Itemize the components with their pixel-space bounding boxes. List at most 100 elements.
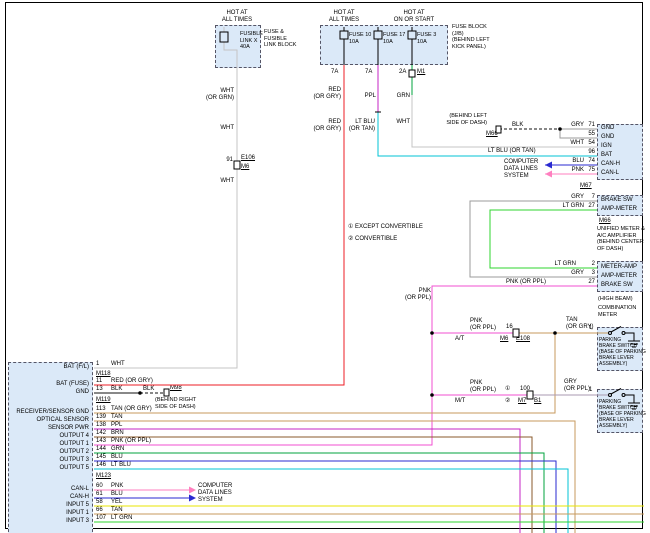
terminal-name: OUTPUT 4	[10, 433, 89, 440]
wire-color-label: LT GRN	[548, 261, 576, 268]
pin-number: 143	[96, 438, 106, 445]
wire-color-label: PPL	[111, 422, 122, 429]
pin-number: 16	[506, 324, 513, 331]
terminal-name: OPTICAL SENSOR	[10, 417, 89, 424]
pin-number: 58	[96, 499, 103, 506]
terminal-name: OUTPUT 5	[10, 465, 89, 472]
fuse-label: FUSE 17 10A	[383, 32, 405, 45]
component-title: PARKING BRAKE SWITCH (BASE OF PARKING BR…	[599, 399, 646, 429]
component-title: PARKING BRAKE SWITCH (BASE OF PARKING BR…	[599, 337, 646, 367]
pin-number: 107	[96, 515, 106, 522]
pin-number: 146	[96, 462, 106, 469]
terminal-name: RECEIVER/SENSOR GND	[10, 409, 89, 416]
pin-number: 139	[96, 414, 106, 421]
wire-color-label: PPL	[360, 93, 376, 100]
wire-color-label: GRY	[564, 270, 584, 277]
pin-number: 96	[585, 149, 595, 156]
transmission-label: M/T	[455, 398, 465, 405]
wire-color-label: GRY	[564, 194, 584, 201]
pin-number: 142	[96, 430, 106, 437]
pin-number: 1	[589, 387, 592, 394]
wire-color-label: PNK (OR PPL)	[470, 318, 496, 332]
wire-color-label: WHT	[216, 178, 234, 185]
pin-number: 1	[96, 361, 99, 368]
pin-number: 145	[96, 454, 106, 461]
wire-color-label: TAN (OR GRY)	[111, 406, 152, 413]
data-lines-label: COMPUTER DATA LINES SYSTEM	[198, 483, 232, 505]
wire-color-label: TAN	[111, 507, 123, 514]
component-subtitle: (HIGH BEAM)	[598, 296, 633, 303]
terminal-label: 7A	[331, 69, 338, 76]
connector-label: M1	[417, 69, 425, 76]
connector-label: M66	[599, 218, 611, 225]
connector-label: M66	[486, 131, 498, 138]
wire-color-label: WHT	[216, 125, 234, 132]
pin-number: 74	[585, 158, 595, 165]
terminal-name: CAN-L	[601, 170, 619, 177]
terminal-name: OUTPUT 2	[10, 449, 89, 456]
transmission-label: A/T	[455, 336, 464, 343]
terminal-name: METER-AMP	[601, 264, 637, 271]
pin-number: 11	[96, 378, 102, 385]
terminal-name: GND	[601, 125, 614, 132]
wire-color-label: BLK	[111, 386, 122, 393]
wire-color-label: WHT	[564, 140, 584, 147]
pin-number: 61	[96, 491, 103, 498]
wire-color-label: LT BLU (OR TAN)	[488, 148, 536, 155]
wire-color-label: BLU	[111, 491, 123, 498]
hot-at-label: HOT AT ALL TIMES	[215, 10, 259, 24]
hot-at-label: HOT AT ON OR START	[390, 10, 438, 24]
terminal-name: IGN	[601, 143, 612, 150]
pin-number: 1	[589, 325, 592, 332]
wire-color-label: LT GRN	[556, 203, 584, 210]
pin-number: 27	[585, 203, 595, 210]
pin-number: 66	[96, 507, 103, 514]
wire-color-label: RED (OR GRY)	[111, 378, 153, 385]
terminal-name: AMP-METER	[601, 273, 637, 280]
hot-at-label: HOT AT ALL TIMES	[322, 10, 366, 24]
pin-number: 54	[585, 140, 595, 147]
wire-color-label: PNK	[564, 167, 584, 174]
wire-color-label: GRN	[111, 446, 124, 453]
pin-number: 100	[520, 386, 530, 393]
data-lines-label: COMPUTER DATA LINES SYSTEM	[504, 159, 538, 181]
terminal-label: 7A	[365, 69, 372, 76]
wire-color-label: BLK	[512, 122, 523, 129]
wire-color-label: LT BLU (OR TAN)	[340, 119, 375, 133]
terminal-name: CAN-H	[10, 494, 89, 501]
wire-color-label: RED (OR GRY)	[303, 119, 341, 133]
wire-color-label: WHT (OR GRN)	[196, 88, 234, 102]
wire-color-label: TAN	[111, 414, 123, 421]
fuse-label: FUSE 3 10A	[417, 32, 436, 45]
terminal-name: OUTPUT 3	[10, 457, 89, 464]
wire-color-label: LT BLU	[111, 462, 131, 469]
pin-number: 138	[96, 422, 106, 429]
wire-color-label: BLU	[564, 158, 584, 165]
terminal-name: OUTPUT 1	[10, 441, 89, 448]
note-convertible: ② CONVERTIBLE	[348, 236, 397, 243]
pin-number: 71	[585, 122, 595, 129]
terminal-name: CAN-L	[10, 486, 89, 493]
fusible-link-block-label: FUSE & FUSIBLE LINK BLOCK	[264, 29, 296, 49]
connector-label: M67	[580, 183, 592, 190]
terminal-name: GND	[601, 134, 614, 141]
component-title: COMBINATION METER	[598, 305, 636, 318]
terminal-label: 2A	[399, 69, 406, 76]
terminal-name: INPUT 1	[10, 510, 89, 517]
fuse-label: FUSE 10 10A	[349, 32, 371, 45]
wire-color-label: GRY (OR PPL)	[564, 379, 590, 393]
terminal-name: SENSOR PWR	[10, 425, 89, 432]
fusible-link-label: FUSIBLE LINK X 40A	[240, 31, 263, 51]
terminal-name: INPUT 5	[10, 502, 89, 509]
note-ref: ②	[505, 398, 510, 405]
pin-number: 144	[96, 446, 106, 453]
component-title: UNIFIED METER & A/C AMPLIFIER (BEHIND CE…	[597, 226, 645, 252]
wire-color-label: PNK (OR PPL)	[506, 279, 546, 286]
connector-label: E106	[241, 155, 255, 162]
location-note: (BEHIND RIGHT SIDE OF DASH)	[155, 397, 196, 410]
pin-number: 7	[585, 194, 595, 201]
pin-number: 91	[219, 157, 233, 164]
terminal-name: GND	[10, 389, 89, 396]
terminal-name: BRAKE SW	[601, 197, 633, 204]
location-note: (BEHIND LEFT SIDE OF DASH)	[432, 113, 487, 126]
